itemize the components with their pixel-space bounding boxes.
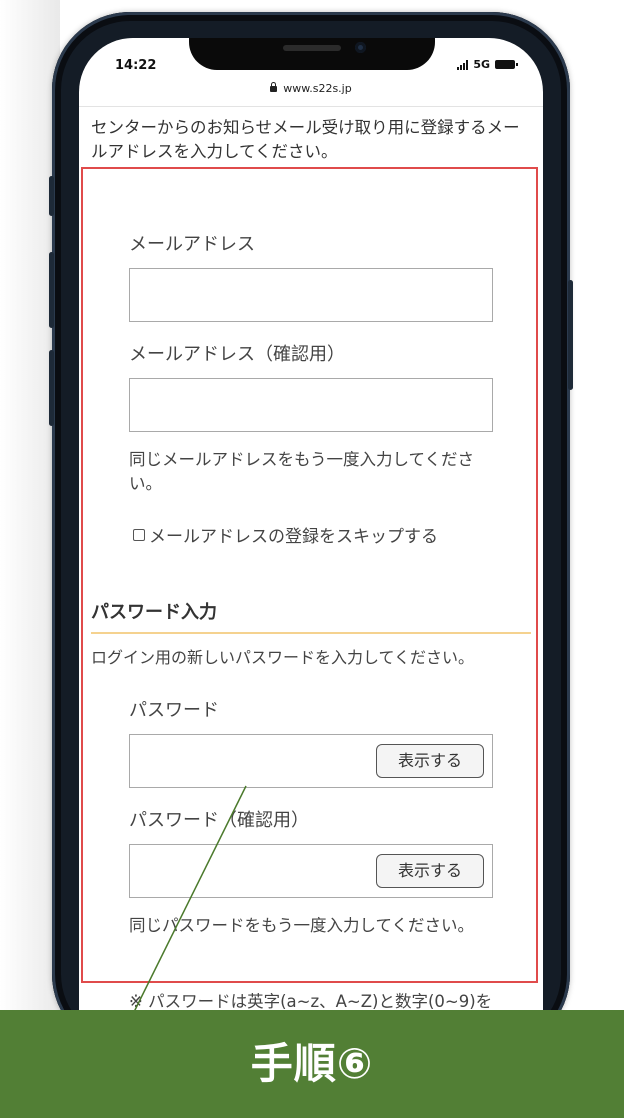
url-text: www.s22s.jp (283, 82, 352, 95)
front-camera (355, 42, 366, 53)
phone-side-button-volume-down (49, 350, 54, 426)
phone-side-button-power (568, 280, 573, 390)
email-intro-text: センターからのお知らせメール受け取り用に登録するメールアドレスを入力してください… (91, 118, 520, 161)
lock-icon (270, 82, 278, 92)
address-bar-divider (79, 106, 543, 107)
phone-screen: 14:22 5G www.s22s.jp センターからのお知らせメール受け取り用… (79, 38, 543, 1038)
background-shade (0, 0, 60, 1010)
network-type: 5G (473, 58, 490, 71)
password-confirm-label: パスワード（確認用） (129, 810, 309, 831)
battery-icon (495, 60, 518, 69)
speaker-grille (283, 45, 341, 51)
phone-side-button-volume-up (49, 252, 54, 328)
skip-email-checkbox[interactable] (133, 528, 145, 541)
password-input[interactable]: 表示する (129, 734, 493, 788)
step-banner: 手順⑥ (0, 1010, 624, 1118)
password-confirm-note: 同じパスワードをもう一度入力してください。 (129, 916, 475, 935)
status-time: 14:22 (115, 58, 157, 73)
email-confirm-input[interactable] (129, 378, 493, 432)
password-show-button[interactable]: 表示する (376, 744, 484, 778)
email-input[interactable] (129, 268, 493, 322)
email-label: メールアドレス (129, 234, 255, 255)
phone-side-button-silent (49, 176, 54, 216)
skip-email-label[interactable]: メールアドレスの登録をスキップする (149, 522, 438, 547)
password-section-title: パスワード入力 (91, 602, 217, 623)
password-confirm-show-button[interactable]: 表示する (376, 854, 484, 888)
password-intro-text: ログイン用の新しいパスワードを入力してください。 (91, 648, 475, 667)
email-confirm-note: 同じメールアドレスをもう一度入力してください。 (129, 450, 475, 493)
signal-icon (457, 59, 469, 70)
section-divider (91, 632, 531, 634)
phone-notch (189, 38, 435, 70)
email-confirm-label: メールアドレス（確認用） (129, 344, 345, 365)
address-bar[interactable]: www.s22s.jp (79, 82, 543, 95)
password-label: パスワード (129, 700, 219, 721)
status-icons: 5G (457, 58, 518, 71)
password-confirm-input[interactable]: 表示する (129, 844, 493, 898)
skip-email-option[interactable]: メールアドレスの登録をスキップする (133, 522, 438, 547)
